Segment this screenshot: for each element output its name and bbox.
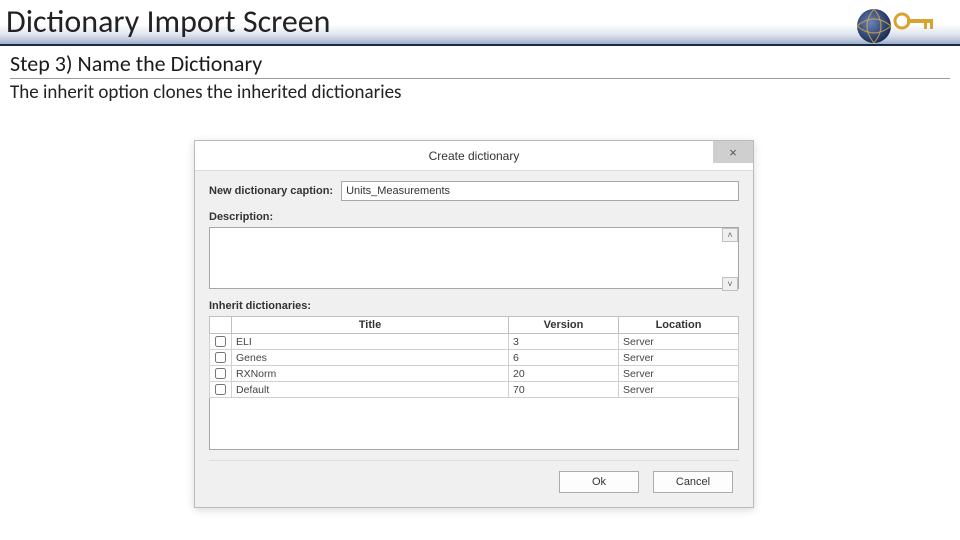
row-checkbox[interactable] bbox=[215, 336, 226, 347]
chevron-down-icon: ˅ bbox=[727, 279, 732, 289]
caption-input[interactable] bbox=[341, 181, 739, 201]
step-description: The inherit option clones the inherited … bbox=[0, 79, 960, 104]
row-version: 20 bbox=[509, 366, 619, 382]
description-input[interactable] bbox=[209, 227, 739, 289]
subheader: Step 3) Name the Dictionary bbox=[0, 46, 960, 79]
table-row[interactable]: Genes 6 Server bbox=[210, 350, 739, 366]
col-title: Title bbox=[232, 317, 509, 334]
row-location: Server bbox=[619, 350, 739, 366]
row-title: RXNorm bbox=[232, 366, 509, 382]
create-dictionary-dialog: Create dictionary × New dictionary capti… bbox=[194, 140, 754, 508]
scroll-down-button[interactable]: ˅ bbox=[722, 277, 738, 291]
inherit-label: Inherit dictionaries: bbox=[209, 300, 739, 312]
table-row[interactable]: RXNorm 20 Server bbox=[210, 366, 739, 382]
cancel-button[interactable]: Cancel bbox=[653, 471, 733, 493]
description-block: Description: ˄ ˅ bbox=[209, 211, 739, 292]
dialog-title: Create dictionary bbox=[429, 149, 520, 163]
row-version: 3 bbox=[509, 334, 619, 350]
row-version: 70 bbox=[509, 382, 619, 398]
inherit-table: Title Version Location ELI 3 Server Gene… bbox=[209, 316, 739, 398]
caption-row: New dictionary caption: bbox=[209, 181, 739, 201]
row-location: Server bbox=[619, 382, 739, 398]
ok-button[interactable]: Ok bbox=[559, 471, 639, 493]
row-title: Genes bbox=[232, 350, 509, 366]
row-location: Server bbox=[619, 366, 739, 382]
slide-header: Dictionary Import Screen bbox=[0, 0, 960, 46]
row-title: Default bbox=[232, 382, 509, 398]
table-empty-area bbox=[209, 398, 739, 450]
col-check bbox=[210, 317, 232, 334]
table-header-row: Title Version Location bbox=[210, 317, 739, 334]
table-row[interactable]: Default 70 Server bbox=[210, 382, 739, 398]
row-checkbox[interactable] bbox=[215, 384, 226, 395]
scroll-up-button[interactable]: ˄ bbox=[722, 228, 738, 242]
description-label: Description: bbox=[209, 211, 273, 223]
row-title: ELI bbox=[232, 334, 509, 350]
close-button[interactable]: × bbox=[713, 141, 753, 163]
dialog-button-row: Ok Cancel bbox=[209, 460, 739, 497]
close-icon: × bbox=[729, 145, 737, 160]
row-checkbox[interactable] bbox=[215, 368, 226, 379]
row-location: Server bbox=[619, 334, 739, 350]
caption-label: New dictionary caption: bbox=[209, 185, 333, 197]
col-location: Location bbox=[619, 317, 739, 334]
logo-icon bbox=[852, 4, 942, 46]
page-title: Dictionary Import Screen bbox=[6, 0, 960, 44]
row-checkbox[interactable] bbox=[215, 352, 226, 363]
dialog-titlebar: Create dictionary × bbox=[195, 141, 753, 171]
row-version: 6 bbox=[509, 350, 619, 366]
step-heading: Step 3) Name the Dictionary bbox=[10, 50, 950, 79]
dialog-body: New dictionary caption: Description: ˄ ˅… bbox=[195, 171, 753, 507]
chevron-up-icon: ˄ bbox=[727, 230, 732, 240]
table-row[interactable]: ELI 3 Server bbox=[210, 334, 739, 350]
col-version: Version bbox=[509, 317, 619, 334]
